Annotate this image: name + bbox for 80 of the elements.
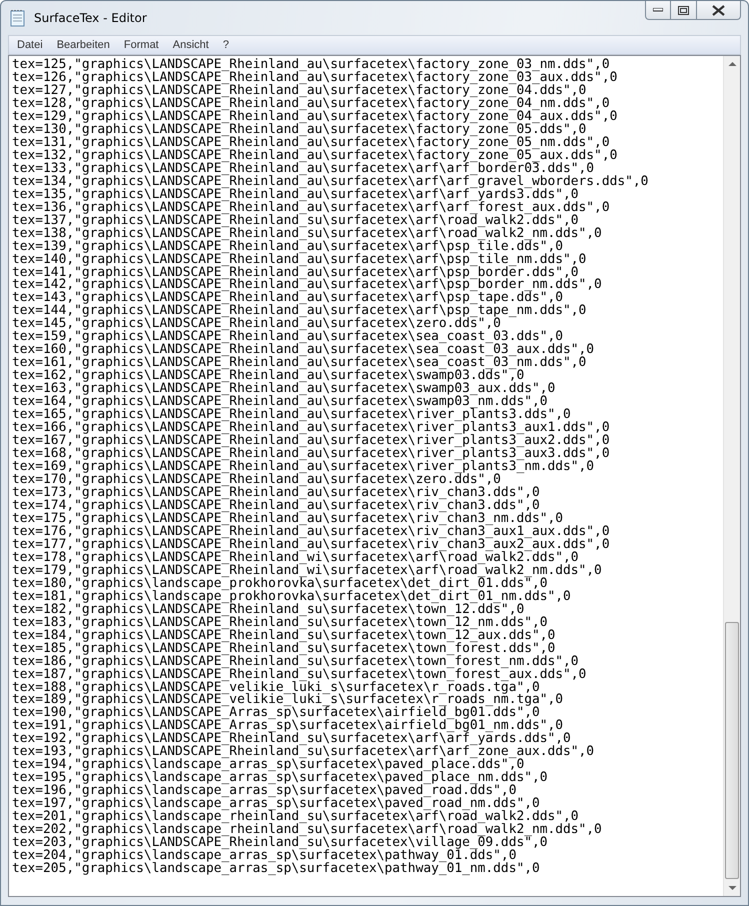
text-line: tex=165,"graphics\LANDSCAPE_Rheinland_au\surfacetex\river_plants3.dds",0	[12, 408, 571, 422]
text-line: tex=175,"graphics\LANDSCAPE_Rheinland_au\surfacetex\riv_chan3_nm.dds",0	[12, 512, 564, 525]
text-line: tex=142,"graphics\LANDSCAPE_Rheinland_au\surfacetex\arf\psp_border_nm.dds",0	[12, 278, 602, 292]
menu-item[interactable]: Datei	[10, 39, 50, 51]
text-line: tex=140,"graphics\LANDSCAPE_Rheinland_au\surfacetex\arf\psp_tile_nm.dds",0	[12, 252, 586, 266]
text-line: tex=141,"graphics\LANDSCAPE_Rheinland_au\surfacetex\arf\psp_border.dds",0	[12, 266, 579, 278]
text-line: tex=189,"graphics\LANDSCAPE_velikie_luki_s\surfacetex\r_roads_nm.tga",0	[12, 693, 564, 706]
text-line: tex=202,"graphics\landscape_rheinland_su\surfacetex\arf\road_walk2_nm.dds",0	[12, 823, 602, 836]
text-line: tex=187,"graphics\LANDSCAPE_Rheinland_su\surfacetex\town_forest_aux.dds",0	[12, 668, 586, 680]
maximize-icon	[678, 6, 689, 14]
text-line: tex=190,"graphics\LANDSCAPE_Arras_sp\surfacetex\airfield_bg01.dds",0	[12, 706, 540, 720]
text-line: tex=125,"graphics\LANDSCAPE_Rheinland_au\surfacetex\factory_zone_03_nm.dds",0	[12, 58, 610, 71]
text-line: tex=186,"graphics\LANDSCAPE_Rheinland_su\surfacetex\town_forest_nm.dds",0	[12, 654, 579, 668]
text-line: tex=192,"graphics\LANDSCAPE_Rheinland_su\surfacetex\arf\arf_yards.dds",0	[12, 732, 571, 746]
text-line: tex=126,"graphics\LANDSCAPE_Rheinland_au\surfacetex\factory_zone_03_aux.dds",0	[12, 70, 618, 84]
text-line: tex=139,"graphics\LANDSCAPE_Rheinland_au\surfacetex\arf\psp_tile.dds",0	[12, 240, 564, 253]
text-line: tex=132,"graphics\LANDSCAPE_Rheinland_au\surfacetex\factory_zone_05_aux.dds",0	[12, 148, 618, 162]
text-line: tex=143,"graphics\LANDSCAPE_Rheinland_au\surfacetex\arf\psp_tape.dds",0	[12, 291, 564, 304]
text-line: tex=136,"graphics\LANDSCAPE_Rheinland_au\surfacetex\arf\arf_forest_aux.dds",0	[12, 200, 610, 214]
menu-item[interactable]: Format	[116, 39, 166, 51]
text-line: tex=174,"graphics\LANDSCAPE_Rheinland_au\surfacetex\riv_chan3.dds",0	[12, 498, 540, 512]
scroll-thumb[interactable]	[725, 622, 739, 879]
text-line: tex=170,"graphics\LANDSCAPE_Rheinland_au\surfacetex\zero.dds",0	[12, 473, 501, 486]
text-line: tex=130,"graphics\LANDSCAPE_Rheinland_au\surfacetex\factory_zone_05.dds",0	[12, 122, 586, 136]
text-line: tex=176,"graphics\LANDSCAPE_Rheinland_au\surfacetex\riv_chan3_aux1_aux.dds",0	[12, 524, 610, 538]
text-line: tex=128,"graphics\LANDSCAPE_Rheinland_au\surfacetex\factory_zone_04_nm.dds",0	[12, 96, 610, 110]
menu-item[interactable]: Ansicht	[166, 39, 216, 51]
text-line: tex=162,"graphics\LANDSCAPE_Rheinland_au\surfacetex\swamp03.dds",0	[12, 369, 524, 382]
text-line: tex=178,"graphics\LANDSCAPE_Rheinland_wi\surfacetex\arf\road_walk2.dds",0	[12, 550, 579, 564]
text-line: tex=181,"graphics\landscape_prokhorovka\surfacetex\det_dirt_01_nm.dds",0	[12, 590, 571, 603]
text-line: tex=194,"graphics\landscape_arras_sp\surfacetex\paved_place.dds",0	[12, 758, 524, 772]
text-line: tex=203,"graphics\LANDSCAPE_Rheinland_su\surfacetex\village_09.dds",0	[12, 836, 548, 850]
text-line: tex=179,"graphics\LANDSCAPE_Rheinland_wi\surfacetex\arf\road_walk2_nm.dds",0	[12, 564, 602, 577]
scroll-down-icon[interactable]	[728, 885, 736, 891]
text-line: tex=135,"graphics\LANDSCAPE_Rheinland_au\surfacetex\arf\arf_yards3.dds",0	[12, 188, 579, 201]
minimize-button[interactable]	[645, 1, 671, 20]
text-line: tex=160,"graphics\LANDSCAPE_Rheinland_au\surfacetex\sea_coast_03_aux.dds",0	[12, 343, 594, 356]
text-line: tex=137,"graphics\LANDSCAPE_Rheinland_su\surfacetex\arf\road_walk2.dds",0	[12, 214, 579, 227]
text-line: tex=184,"graphics\LANDSCAPE_Rheinland_su\surfacetex\town_12_aux.dds",0	[12, 628, 556, 642]
text-line: tex=168,"graphics\LANDSCAPE_Rheinland_au\surfacetex\river_plants3_aux3.dds",0	[12, 447, 610, 460]
minimize-icon	[653, 8, 663, 12]
menu-item[interactable]: Bearbeiten	[50, 39, 117, 51]
text-line: tex=127,"graphics\LANDSCAPE_Rheinland_au\surfacetex\factory_zone_04.dds",0	[12, 84, 586, 97]
text-line: tex=159,"graphics\LANDSCAPE_Rheinland_au\surfacetex\sea_coast_03.dds",0	[12, 330, 564, 344]
text-line: tex=164,"graphics\LANDSCAPE_Rheinland_au\surfacetex\swamp03_nm.dds",0	[12, 395, 548, 408]
text-line: tex=177,"graphics\LANDSCAPE_Rheinland_au\surfacetex\riv_chan3_aux2_aux.dds",0	[12, 538, 610, 551]
text-line: tex=205,"graphics\landscape_arras_sp\surfacetex\pathway_01_nm.dds",0	[12, 862, 540, 876]
text-line: tex=169,"graphics\LANDSCAPE_Rheinland_au\surfacetex\river_plants3_nm.dds",0	[12, 460, 594, 473]
text-line: tex=129,"graphics\LANDSCAPE_Rheinland_au\surfacetex\factory_zone_04_aux.dds",0	[12, 110, 618, 123]
text-line: tex=193,"graphics\LANDSCAPE_Rheinland_su\surfacetex\arf\arf_zone_aux.dds",0	[12, 745, 594, 758]
text-line: tex=183,"graphics\LANDSCAPE_Rheinland_su\surfacetex\town_12_nm.dds",0	[12, 616, 548, 629]
close-button[interactable]	[697, 1, 741, 20]
text-line: tex=182,"graphics\LANDSCAPE_Rheinland_su\surfacetex\town_12.dds",0	[12, 602, 524, 616]
text-line: tex=196,"graphics\landscape_arras_sp\surfacetex\paved_road.dds",0	[12, 784, 516, 798]
window-title: SurfaceTex - Editor	[34, 11, 147, 25]
text-line: tex=191,"graphics\LANDSCAPE_Arras_sp\surfacetex\airfield_bg01_nm.dds",0	[12, 719, 564, 732]
text-line: tex=197,"graphics\landscape_arras_sp\surfacetex\paved_road_nm.dds",0	[12, 797, 540, 810]
vertical-scrollbar[interactable]	[723, 56, 740, 896]
text-line: tex=161,"graphics\LANDSCAPE_Rheinland_au\surfacetex\sea_coast_03_nm.dds",0	[12, 356, 586, 370]
close-icon	[712, 4, 725, 16]
scroll-up-icon[interactable]	[728, 61, 736, 67]
text-line: tex=188,"graphics\LANDSCAPE_velikie_luki_s\surfacetex\r_roads.tga",0	[12, 680, 540, 694]
text-line: tex=166,"graphics\LANDSCAPE_Rheinland_au\surfacetex\river_plants3_aux1.dds",0	[12, 421, 610, 434]
text-line: tex=138,"graphics\LANDSCAPE_Rheinland_su\surfacetex\arf\road_walk2_nm.dds",0	[12, 226, 602, 240]
text-line: tex=204,"graphics\landscape_arras_sp\surfacetex\pathway_01.dds",0	[12, 849, 516, 862]
text-line: tex=144,"graphics\LANDSCAPE_Rheinland_au\surfacetex\arf\psp_tape_nm.dds",0	[12, 304, 586, 318]
text-line: tex=201,"graphics\landscape_rheinland_su\surfacetex\arf\road_walk2.dds",0	[12, 810, 579, 824]
text-line: tex=163,"graphics\LANDSCAPE_Rheinland_au\surfacetex\swamp03_aux.dds",0	[12, 382, 556, 396]
text-line: tex=133,"graphics\LANDSCAPE_Rheinland_au\surfacetex\arf\arf_border03.dds",0	[12, 162, 594, 175]
maximize-button[interactable]	[671, 1, 697, 20]
text-line: tex=195,"graphics\landscape_arras_sp\surfacetex\paved_place_nm.dds",0	[12, 771, 548, 784]
text-line: tex=131,"graphics\LANDSCAPE_Rheinland_au\surfacetex\factory_zone_05_nm.dds",0	[12, 136, 610, 149]
text-line: tex=185,"graphics\LANDSCAPE_Rheinland_su\surfacetex\town_forest.dds",0	[12, 642, 556, 655]
menu-item[interactable]: ?	[216, 39, 236, 51]
text-line: tex=134,"graphics\LANDSCAPE_Rheinland_au\surfacetex\arf\arf_gravel_wborders.dds",0	[12, 174, 648, 188]
notepad-icon	[10, 9, 26, 27]
text-line: tex=173,"graphics\LANDSCAPE_Rheinland_au\surfacetex\riv_chan3.dds",0	[12, 486, 540, 499]
text-line: tex=145,"graphics\LANDSCAPE_Rheinland_au\surfacetex\zero.dds",0	[12, 317, 501, 330]
text-line: tex=167,"graphics\LANDSCAPE_Rheinland_au\surfacetex\river_plants3_aux2.dds",0	[12, 434, 610, 448]
text-line: tex=180,"graphics\landscape_prokhorovka\surfacetex\det_dirt_01.dds",0	[12, 576, 548, 590]
